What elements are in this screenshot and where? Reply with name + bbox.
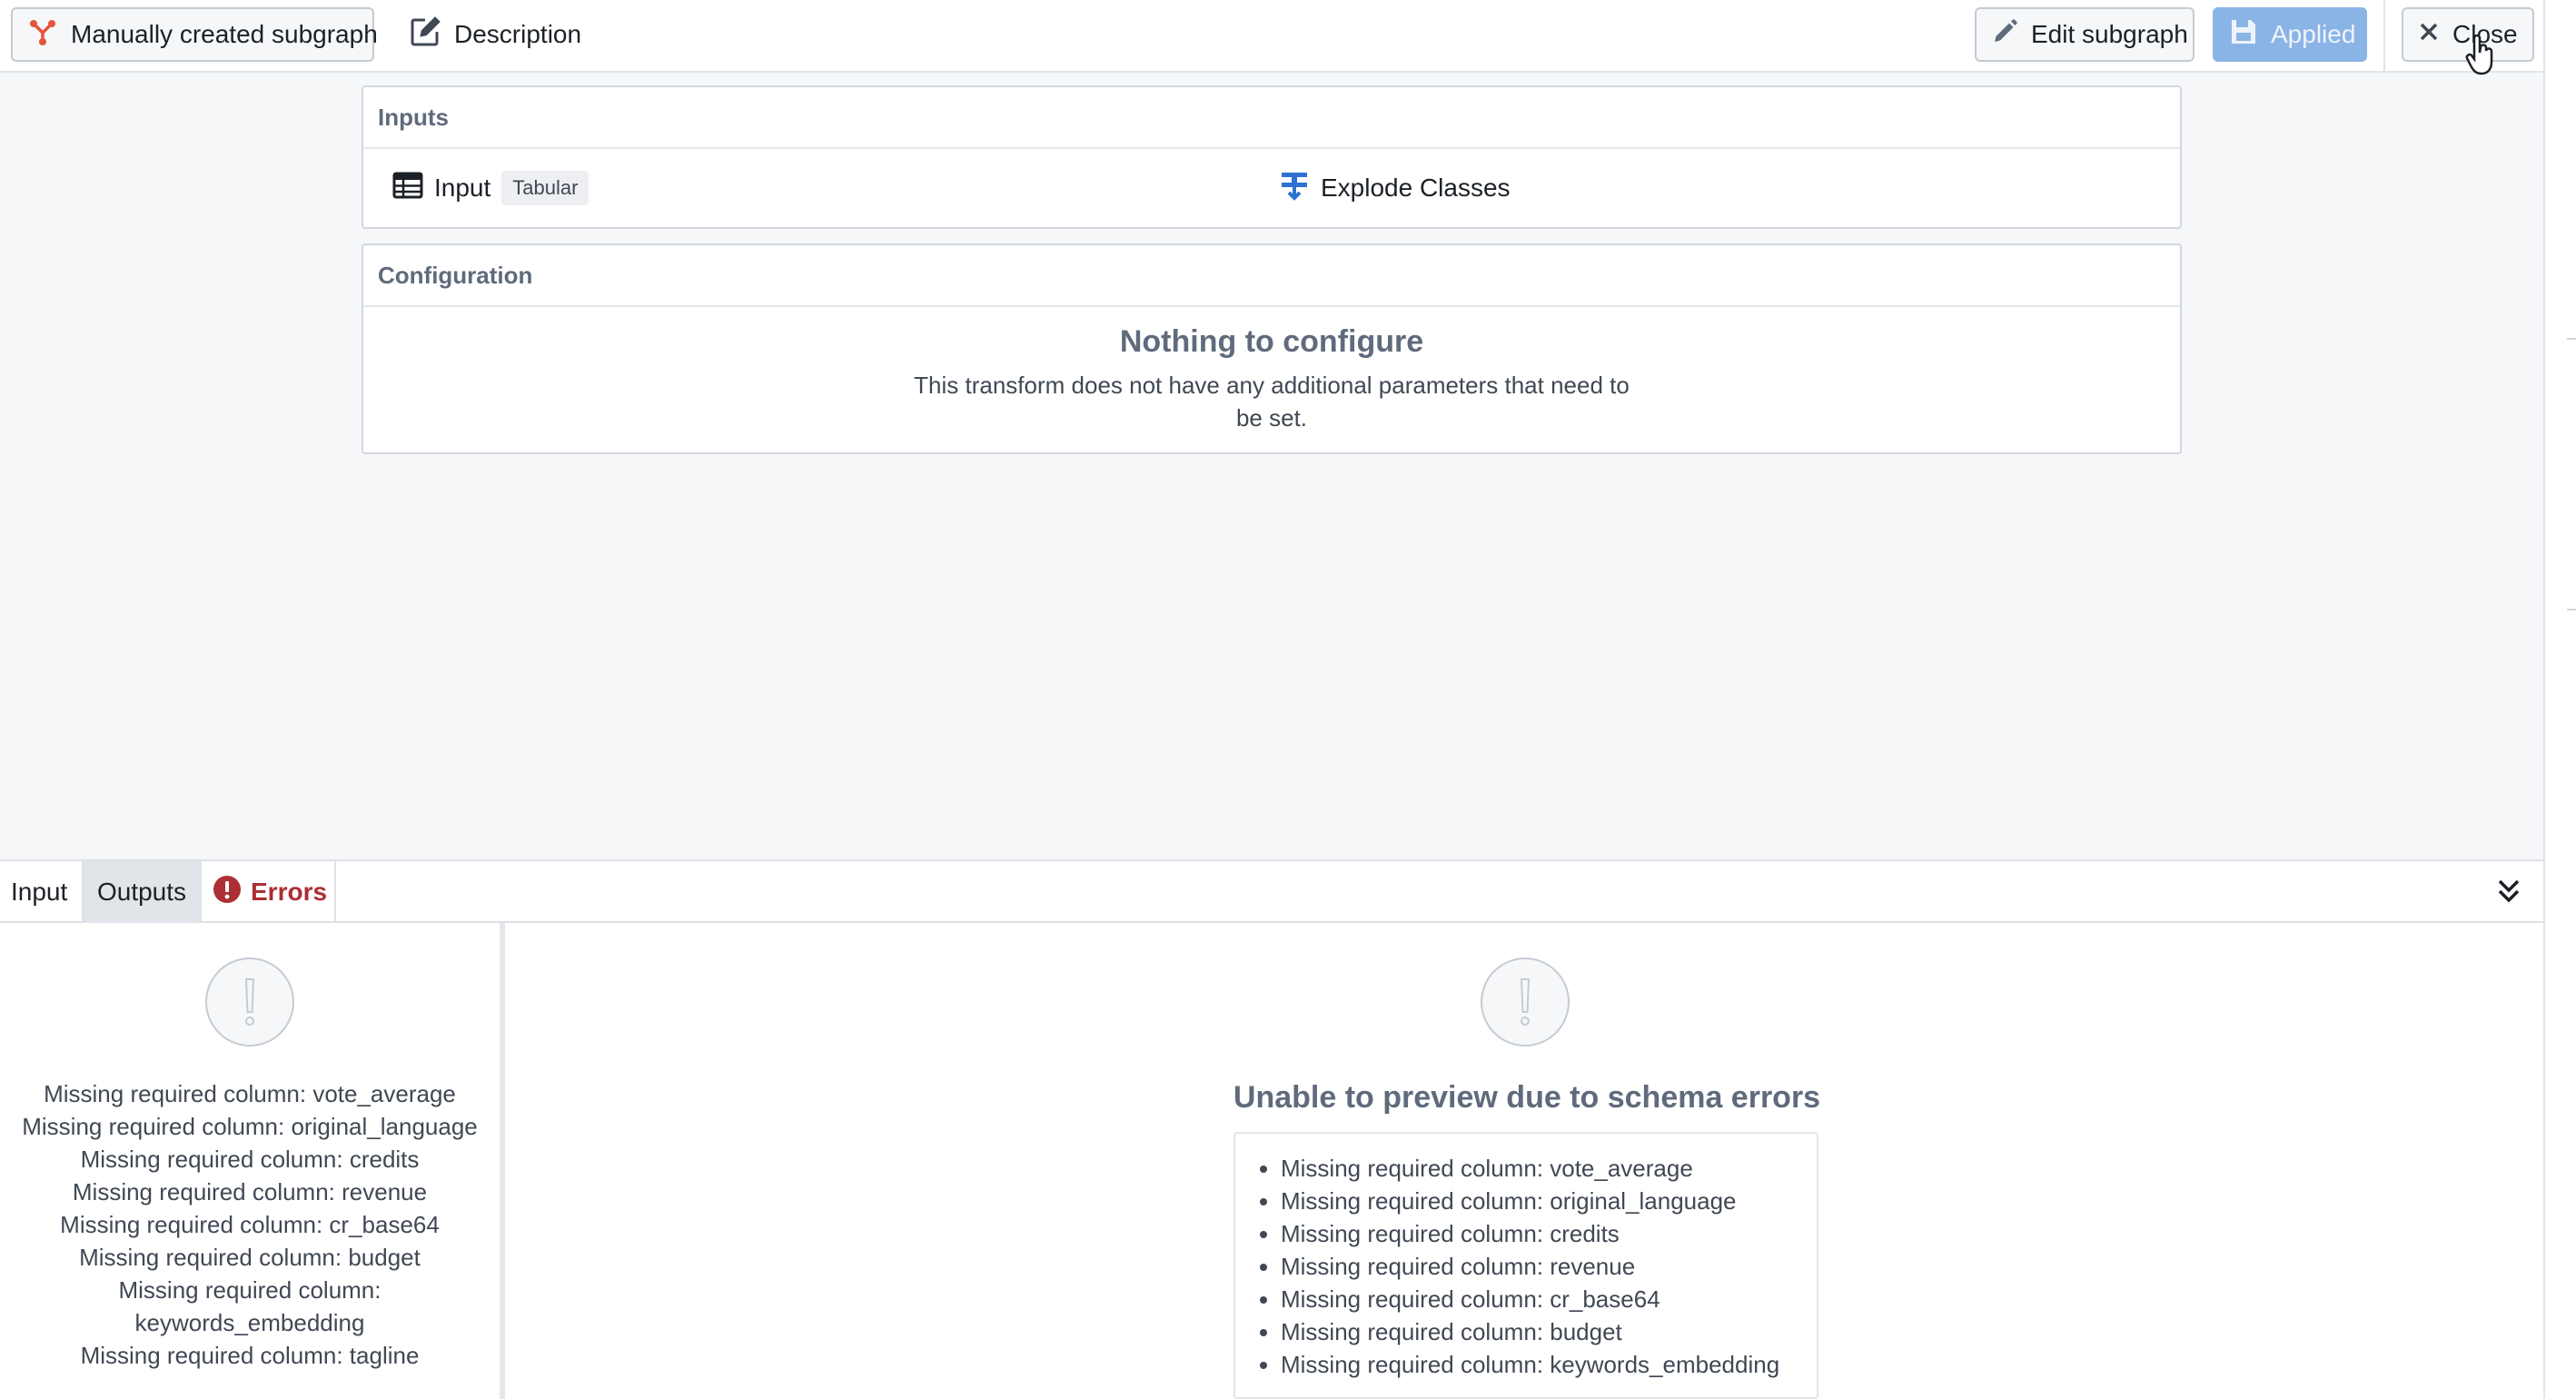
- transform-name: Explode Classes: [1321, 174, 1511, 202]
- configuration-empty-title: Nothing to configure: [1119, 324, 1424, 359]
- warning-circle-icon: [205, 957, 294, 1047]
- preview-error-title: Unable to preview due to schema errors: [1233, 1080, 1821, 1115]
- subgraph-icon: [27, 16, 58, 54]
- list-item: Missing required column: credits: [1281, 1217, 1817, 1250]
- applied-label: Applied: [2271, 20, 2356, 48]
- preview-panel: Unable to preview due to schema errors M…: [510, 923, 2543, 1399]
- list-item: Missing required column: revenue: [72, 1178, 428, 1206]
- tab-errors-label: Errors: [251, 878, 328, 906]
- schema-error-box: Missing required column: vote_average Mi…: [1234, 1132, 1818, 1399]
- configuration-header: Configuration: [363, 245, 2180, 307]
- list-item: Missing required column: tagline: [80, 1342, 420, 1369]
- warning-circle-icon: [1481, 957, 1570, 1047]
- hand-cursor-icon: [2465, 34, 2496, 81]
- right-side-strip: [2543, 0, 2576, 1399]
- description-button[interactable]: Description: [392, 7, 598, 62]
- description-label: Description: [454, 20, 582, 48]
- configuration-card: Configuration Nothing to configure This …: [362, 243, 2182, 454]
- inputs-row: Input Tabular Explode Classes: [363, 149, 2180, 227]
- inputs-header: Inputs: [363, 87, 2180, 149]
- schema-error-list: Missing required column: vote_average Mi…: [1281, 1152, 1817, 1381]
- toolbar: Manually created subgraph Description Ed…: [0, 0, 2543, 73]
- edit-subgraph-label: Edit subgraph: [2031, 20, 2188, 48]
- table-icon: [392, 172, 423, 205]
- applied-button[interactable]: Applied: [2213, 7, 2367, 62]
- configuration-body: Nothing to configure This transform does…: [363, 307, 2180, 452]
- floppy-disk-icon: [2229, 17, 2258, 53]
- explode-icon: [1279, 170, 1310, 207]
- input-name: Input: [434, 174, 491, 202]
- subgraph-button[interactable]: Manually created subgraph: [11, 7, 378, 62]
- tab-outputs[interactable]: Outputs: [84, 861, 202, 923]
- list-item: Missing required column: vote_average: [44, 1080, 456, 1107]
- input-item[interactable]: Input Tabular: [392, 149, 590, 227]
- configuration-empty-description: This transform does not have any additio…: [914, 372, 1630, 432]
- main-area: Inputs Input Tabular Explode Classes Con…: [0, 73, 2543, 859]
- inputs-card: Inputs Input Tabular Explode Classes: [362, 85, 2182, 229]
- input-type-tag: Tabular: [501, 171, 590, 205]
- list-item: Missing required column: vote_average: [1281, 1152, 1817, 1185]
- list-item: Missing required column: original_langua…: [1281, 1185, 1817, 1217]
- edit-subgraph-button[interactable]: Edit subgraph: [1975, 7, 2195, 62]
- list-item: Missing required column: original_langua…: [22, 1113, 478, 1140]
- bottom-panel-tabs: Input Outputs Errors: [0, 859, 2543, 923]
- strip-tick: [2567, 609, 2576, 610]
- tab-input-label: Input: [11, 878, 68, 906]
- subgraph-label: Manually created subgraph: [71, 20, 378, 48]
- input-errors-panel: Missing required column: vote_average Mi…: [0, 923, 505, 1399]
- strip-tick: [2567, 338, 2576, 340]
- edit-note-icon: [409, 15, 441, 55]
- tab-input[interactable]: Input: [0, 861, 84, 923]
- tab-outputs-label: Outputs: [96, 878, 187, 906]
- toolbar-divider: [2383, 0, 2385, 73]
- pencil-icon: [1991, 18, 2018, 52]
- error-icon: [213, 875, 242, 910]
- tab-errors[interactable]: Errors: [202, 861, 336, 923]
- list-item: Missing required column: keywords_embedd…: [118, 1276, 381, 1336]
- list-item: Missing required column: keywords_embedd…: [1281, 1348, 1817, 1381]
- list-item: Missing required column: revenue: [1281, 1250, 1817, 1283]
- list-item: Missing required column: cr_base64: [1281, 1283, 1817, 1315]
- double-chevron-down-icon[interactable]: [2496, 878, 2522, 909]
- input-error-list: Missing required column: vote_average Mi…: [0, 1077, 500, 1372]
- list-item: Missing required column: credits: [80, 1146, 420, 1173]
- close-icon: [2418, 20, 2440, 49]
- list-item: Missing required column: cr_base64: [60, 1211, 440, 1238]
- list-item: Missing required column: budget: [1281, 1315, 1817, 1348]
- list-item: Missing required column: budget: [79, 1244, 421, 1271]
- transform-item[interactable]: Explode Classes: [1279, 149, 1511, 227]
